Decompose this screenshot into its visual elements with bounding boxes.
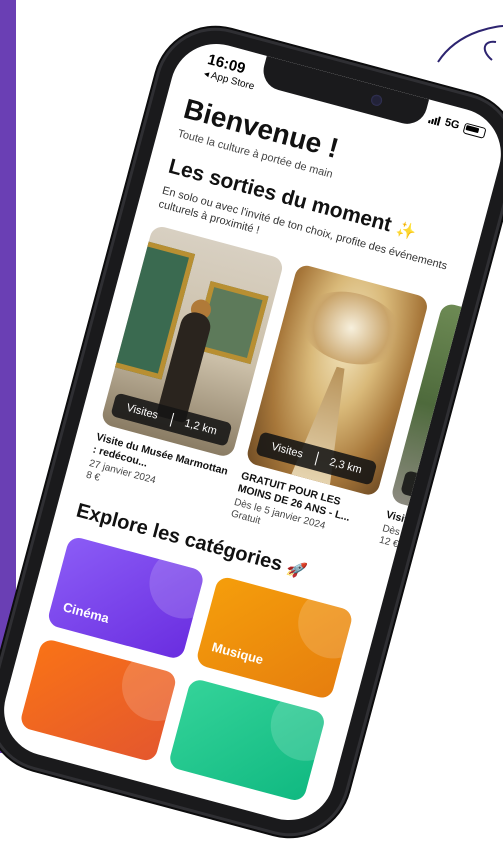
ceiling-fresco (291, 280, 411, 376)
status-indicators: 5G (428, 112, 487, 139)
rocket-icon: 🚀 (284, 559, 309, 582)
category-label: Cinéma (61, 599, 111, 626)
camera-icon (369, 93, 383, 107)
signal-icon (428, 113, 442, 126)
event-distance: 1,2 km (183, 417, 219, 438)
category-tile[interactable] (167, 677, 327, 803)
category-tile[interactable] (18, 637, 178, 763)
network-label: 5G (443, 116, 461, 132)
category-label: Musique (210, 639, 266, 668)
sparkle-icon: ✨ (394, 220, 418, 243)
battery-icon (462, 122, 487, 139)
category-tile-musique[interactable]: Musique (194, 575, 355, 701)
category-tile-cinema[interactable]: Cinéma (46, 535, 206, 661)
